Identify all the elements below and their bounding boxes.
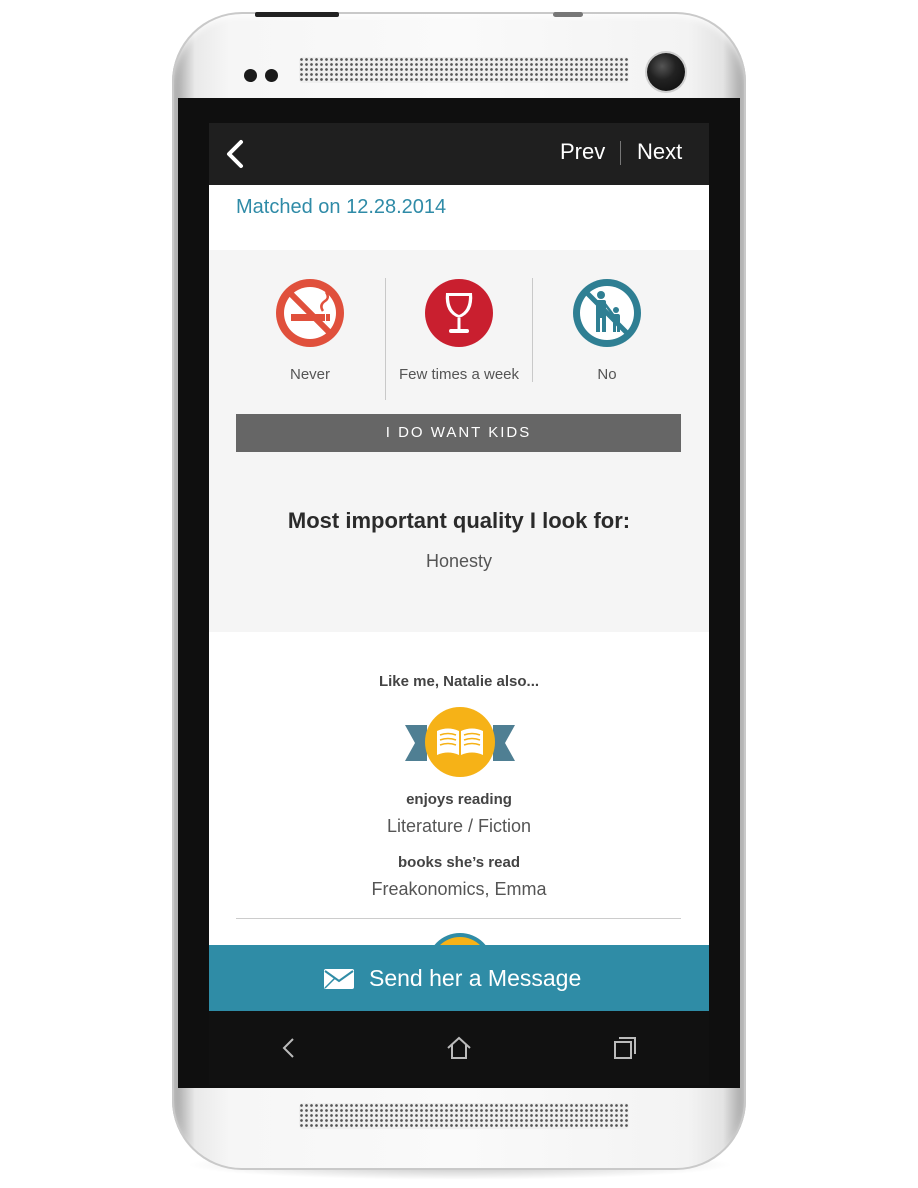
send-message-button[interactable]: Send her a Message xyxy=(209,945,709,1011)
next-link[interactable]: Next xyxy=(637,139,682,165)
has-kids-status: No xyxy=(532,278,682,385)
envelope-icon xyxy=(324,969,354,989)
matched-date: Matched on 12.28.2014 xyxy=(236,196,447,218)
wine-glass-icon xyxy=(425,279,493,347)
send-message-label: Send her a Message xyxy=(369,965,582,991)
interest-title: enjoys reading xyxy=(406,791,512,808)
drinking-status: Few times a week xyxy=(384,278,534,385)
wants-kids-banner: I DO WANT KIDS xyxy=(236,414,681,452)
app-header: Prev Next xyxy=(209,123,709,185)
power-button[interactable] xyxy=(553,12,583,17)
prev-link[interactable]: Prev xyxy=(560,139,605,165)
has-kids-label: No xyxy=(597,366,617,383)
android-nav-bar xyxy=(209,1011,709,1085)
interest-title: books she’s read xyxy=(398,854,520,871)
interest-value: Literature / Fiction xyxy=(386,816,532,836)
quality-heading: Most important quality I look for: xyxy=(287,508,631,533)
section-divider xyxy=(236,918,681,919)
reading-badge xyxy=(405,707,515,777)
phone-top-edge xyxy=(255,12,339,17)
back-icon[interactable] xyxy=(275,1033,305,1063)
app-screen: Prev Next Matched on 12.28.2014 Never Fe… xyxy=(209,123,709,1011)
nav-divider xyxy=(620,141,621,165)
smoking-status: Never xyxy=(235,278,385,385)
bottom-speaker-grill xyxy=(299,1103,629,1129)
top-speaker-grill xyxy=(299,57,629,83)
no-smoking-icon xyxy=(276,279,344,347)
proximity-sensor xyxy=(244,69,257,82)
interest-value: Freakonomics, Emma xyxy=(371,879,547,899)
back-chevron-icon[interactable] xyxy=(221,137,251,171)
smoking-label: Never xyxy=(289,366,330,383)
front-camera xyxy=(647,53,685,91)
home-icon[interactable] xyxy=(444,1033,474,1063)
no-kids-icon xyxy=(573,279,641,347)
drinking-label: Few times a week xyxy=(398,366,520,383)
light-sensor xyxy=(265,69,278,82)
recent-apps-icon[interactable] xyxy=(610,1033,640,1063)
like-me-heading: Like me, Natalie also... xyxy=(378,673,540,690)
quality-value: Honesty xyxy=(425,551,493,571)
